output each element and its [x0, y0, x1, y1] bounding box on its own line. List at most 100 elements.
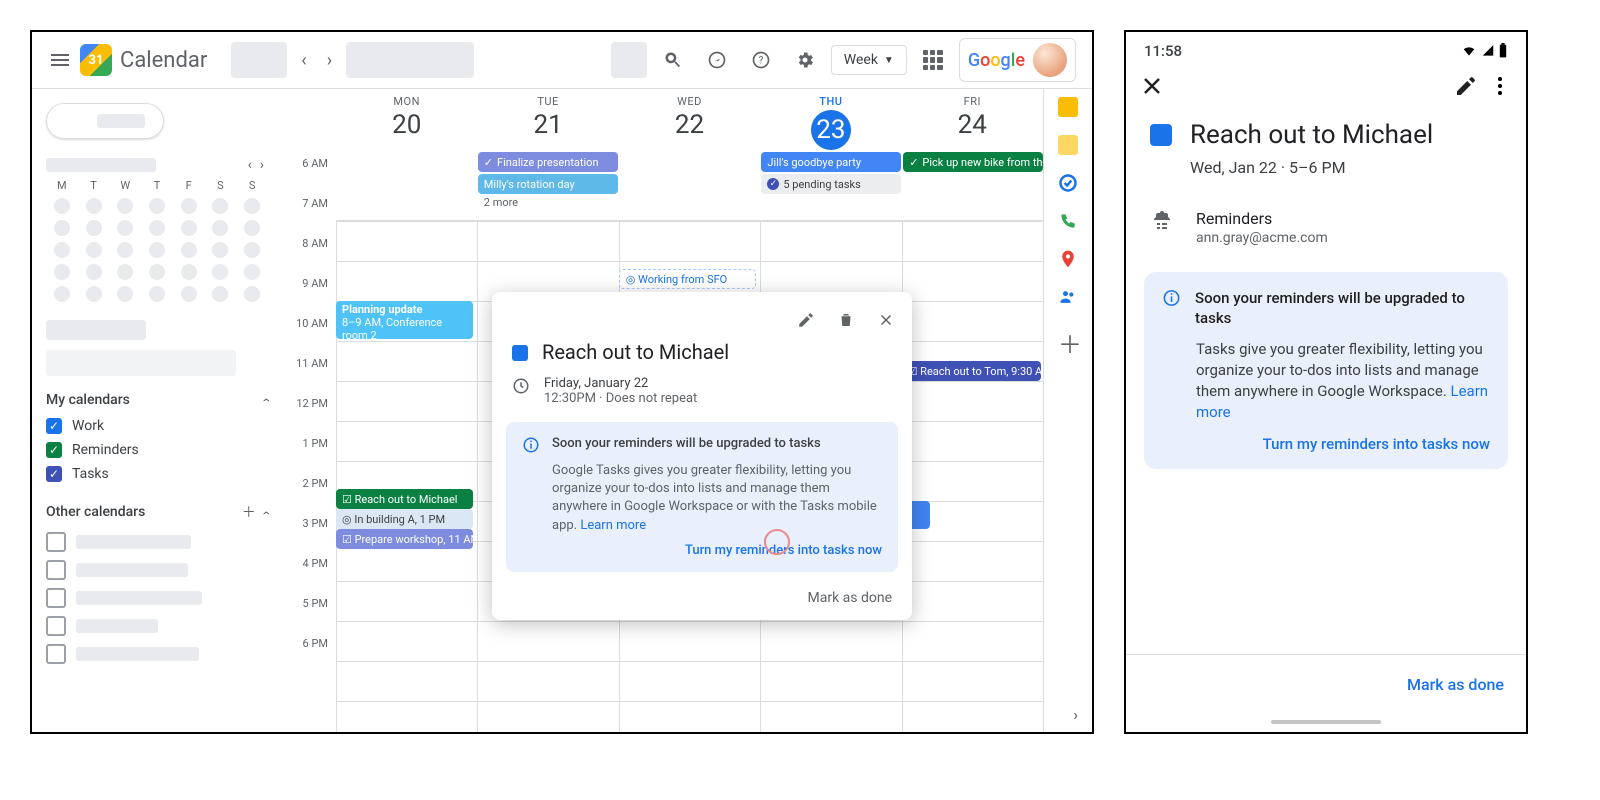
- calendar-toggle[interactable]: ✓Reminders: [46, 438, 268, 462]
- search-people[interactable]: [46, 320, 146, 340]
- mark-as-done-button[interactable]: Mark as done: [1407, 675, 1504, 694]
- event-chip[interactable]: ☑ Prepare workshop, 11 AM: [336, 529, 473, 549]
- event-popover: Reach out to Michael Friday, January 22 …: [492, 292, 912, 620]
- upgrade-info-box: Soon your reminders will be upgraded to …: [1144, 272, 1508, 469]
- chevron-down-icon: ›: [258, 511, 274, 515]
- mobile-event-detail: 11:58 Reach out to Michael Wed, Jan 22 ·…: [1124, 30, 1528, 734]
- next-week-button[interactable]: ›: [321, 50, 338, 71]
- calendar-toggle[interactable]: [46, 640, 268, 668]
- header-placeholder: [611, 42, 647, 78]
- side-panel: ＋ ›: [1043, 89, 1092, 732]
- main-menu-icon[interactable]: [48, 48, 72, 72]
- cursor-indicator: [764, 529, 790, 555]
- event-block[interactable]: Planning update8–9 AM, Conference room 2: [336, 301, 473, 339]
- account-chip[interactable]: Google: [959, 38, 1076, 82]
- signal-icon: [1480, 44, 1496, 58]
- add-calendar-icon[interactable]: ＋: [242, 505, 256, 521]
- view-switcher[interactable]: Week▼: [831, 45, 907, 75]
- calendar-toggle[interactable]: [46, 556, 268, 584]
- close-icon[interactable]: [1140, 74, 1164, 98]
- status-time: 11:58: [1144, 42, 1182, 60]
- insights-icon[interactable]: [699, 42, 735, 78]
- calendar-toggle[interactable]: ✓Tasks: [46, 462, 268, 486]
- edit-icon[interactable]: [1454, 74, 1478, 98]
- wifi-icon: [1460, 44, 1478, 58]
- popover-title: Reach out to Michael: [542, 340, 729, 364]
- info-title: Soon your reminders will be upgraded to …: [552, 436, 821, 454]
- header-bar: 31 Calendar ‹ › ? Week▼ Google: [32, 32, 1092, 89]
- notes-icon[interactable]: [1058, 135, 1078, 155]
- desktop-calendar-window: 31 Calendar ‹ › ? Week▼ Google ＋: [30, 30, 1094, 734]
- svg-text:?: ?: [758, 55, 763, 66]
- reminder-icon: [1150, 209, 1174, 233]
- search-icon[interactable]: [655, 42, 691, 78]
- collapse-panel-icon[interactable]: ›: [1073, 705, 1078, 724]
- help-icon[interactable]: ?: [743, 42, 779, 78]
- event-chip[interactable]: ☑ Reach out to Michael: [336, 489, 473, 509]
- mark-as-done-button[interactable]: Mark as done: [492, 578, 912, 614]
- clock-icon: [512, 377, 530, 395]
- allday-event[interactable]: ✓ Pick up new bike from th: [903, 152, 1043, 172]
- allday-event[interactable]: ✓ 5 pending tasks: [761, 174, 901, 194]
- battery-icon: [1498, 43, 1508, 59]
- learn-more-link[interactable]: Learn more: [580, 518, 646, 533]
- day-headers: MON20TUE21WED22THU23FRI24: [336, 89, 1043, 150]
- more-icon[interactable]: [1488, 74, 1512, 98]
- event-color-swatch: [512, 345, 528, 361]
- popover-date: Friday, January 22: [544, 376, 697, 391]
- other-calendars-header[interactable]: Other calendars ＋›: [46, 502, 268, 522]
- keep-icon[interactable]: [1058, 97, 1078, 117]
- calendar-toggle[interactable]: [46, 612, 268, 640]
- home-indicator: [1271, 720, 1381, 724]
- hour-gutter: 6 AM7 AM8 AM9 AM10 AM11 AM12 PM1 PM2 PM3…: [282, 89, 336, 732]
- settings-icon[interactable]: [787, 42, 823, 78]
- event-subtitle: Wed, Jan 22 · 5–6 PM: [1190, 158, 1502, 177]
- turn-into-tasks-link[interactable]: Turn my reminders into tasks now: [1263, 435, 1490, 453]
- mini-prev-month[interactable]: ‹: [244, 153, 256, 177]
- avatar[interactable]: [1033, 43, 1067, 77]
- mini-next-month[interactable]: ›: [256, 153, 268, 177]
- tasks-icon[interactable]: [1058, 173, 1078, 193]
- date-range-label: [346, 42, 474, 78]
- edit-icon[interactable]: [790, 304, 822, 336]
- event-color-swatch: [1150, 124, 1172, 146]
- maps-icon[interactable]: [1058, 249, 1078, 269]
- popover-subline: 12:30PM · Does not repeat: [544, 391, 697, 406]
- calendar-logo-icon: 31: [80, 44, 112, 76]
- calendar-toggle[interactable]: [46, 528, 268, 556]
- sidebar: ＋ ‹› MTWTFSS My calendars› ✓Work✓Reminde…: [32, 89, 282, 732]
- time-insights-bar[interactable]: [46, 350, 236, 376]
- create-button[interactable]: ＋: [46, 103, 164, 139]
- app-name: Calendar: [120, 48, 207, 73]
- people-icon[interactable]: [1058, 287, 1078, 307]
- info-icon: [522, 436, 540, 454]
- chevron-down-icon: ›: [258, 398, 274, 402]
- info-body: Tasks give you greater flexibility, lett…: [1196, 340, 1483, 400]
- calendar-toggle[interactable]: ✓Work: [46, 414, 268, 438]
- close-icon[interactable]: [870, 304, 902, 336]
- allday-row: ✓ Finalize presentation Jill's goodbye pa…: [336, 150, 1043, 221]
- allday-event[interactable]: Jill's goodbye party: [761, 152, 901, 172]
- today-button[interactable]: [231, 42, 287, 78]
- mini-calendar-dow: MTWTFSS: [46, 179, 268, 192]
- event-chip[interactable]: ☑ Reach out to Tom, 9:30 A: [902, 361, 1041, 381]
- chevron-down-icon: ▼: [884, 55, 894, 66]
- allday-event[interactable]: Milly's rotation day: [478, 174, 618, 194]
- my-calendars-header[interactable]: My calendars›: [46, 392, 268, 408]
- contacts-icon[interactable]: [1058, 211, 1078, 231]
- info-icon: [1162, 288, 1181, 308]
- reminders-label: Reminders: [1196, 209, 1328, 228]
- delete-icon[interactable]: [830, 304, 862, 336]
- info-title: Soon your reminders will be upgraded to …: [1195, 288, 1490, 329]
- event-title: Reach out to Michael: [1190, 120, 1433, 150]
- calendar-toggle[interactable]: [46, 584, 268, 612]
- allday-event[interactable]: ✓ Finalize presentation: [478, 152, 618, 172]
- mini-calendar[interactable]: [46, 198, 268, 302]
- status-bar: 11:58: [1126, 32, 1526, 64]
- addons-icon[interactable]: ＋: [1058, 325, 1078, 345]
- google-logo: Google: [968, 50, 1025, 71]
- event-chip[interactable]: ◎ Working from SFO: [619, 269, 756, 289]
- event-chip[interactable]: ◎ In building A, 1 PM: [336, 509, 473, 529]
- prev-week-button[interactable]: ‹: [295, 50, 312, 71]
- google-apps-icon[interactable]: [915, 42, 951, 78]
